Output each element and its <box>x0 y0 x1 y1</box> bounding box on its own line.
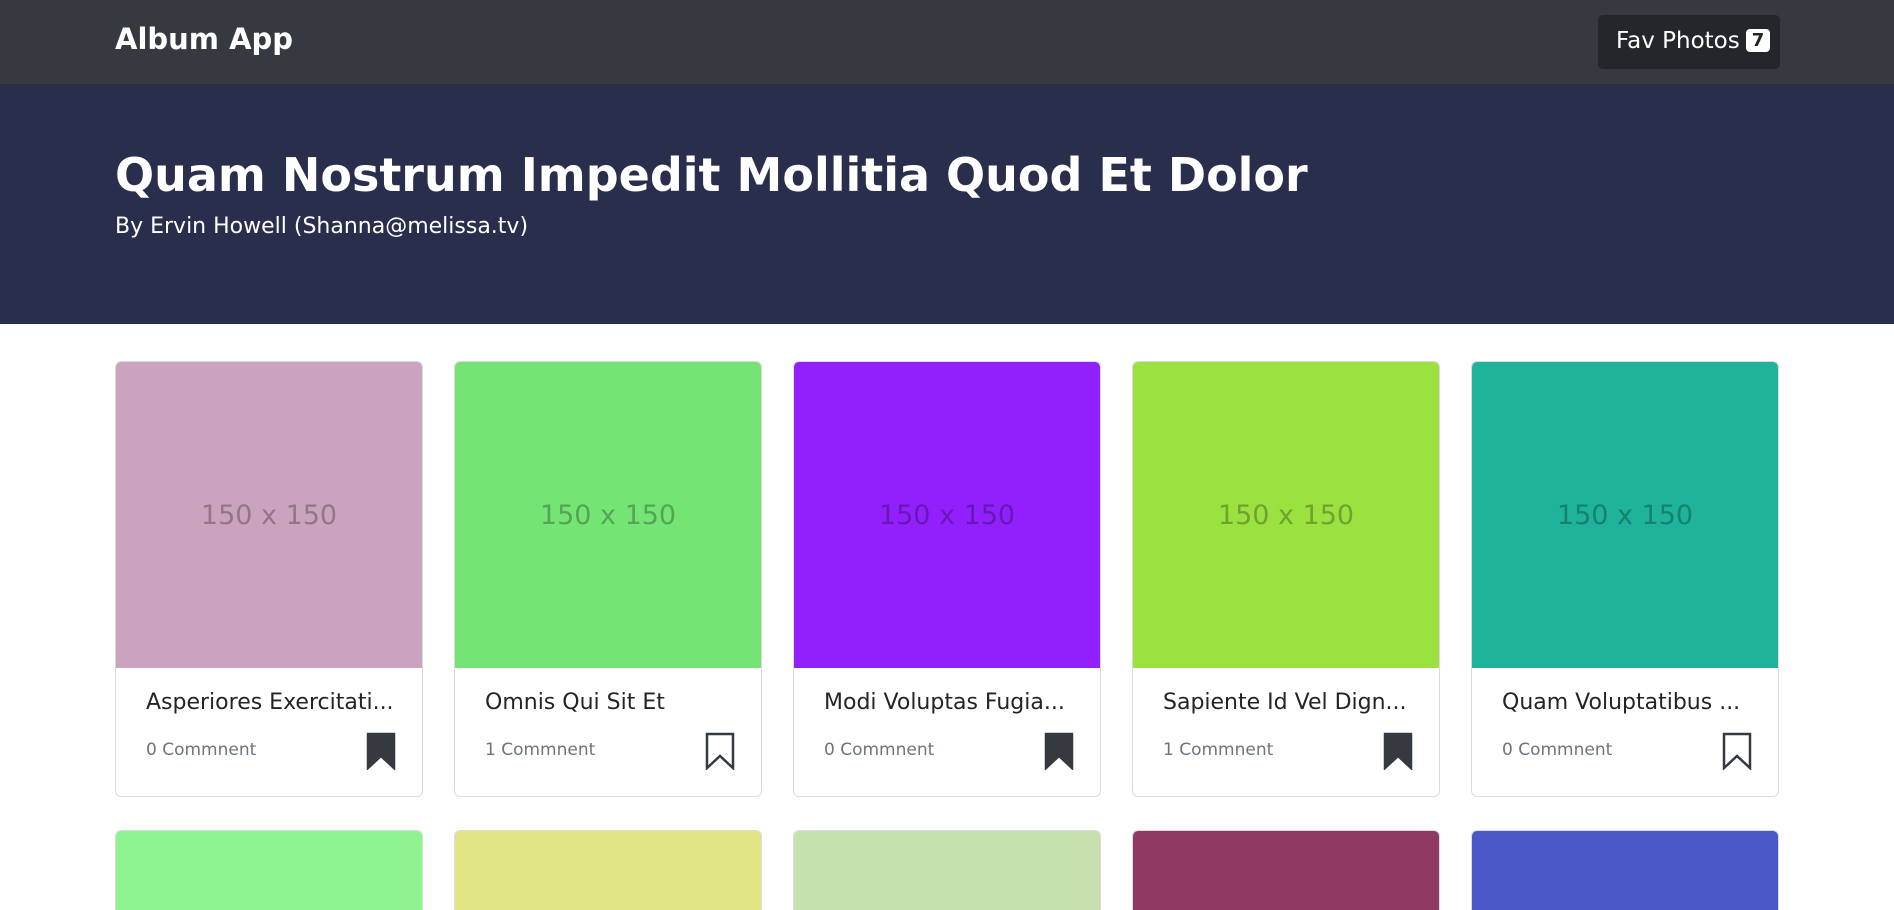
photo-title[interactable]: Sapiente Id Vel Dign... <box>1163 690 1413 715</box>
photo-card[interactable] <box>1132 830 1440 910</box>
photo-thumbnail[interactable] <box>794 831 1100 910</box>
photo-card[interactable] <box>793 830 1101 910</box>
comment-count: 0 Commnent <box>146 740 257 760</box>
photo-card[interactable]: 150 x 150 Modi Voluptas Fugia... 0 Commnen… <box>793 361 1101 797</box>
photo-card[interactable] <box>115 830 423 910</box>
brand-logo[interactable]: Album App <box>115 22 293 56</box>
comment-count: 0 Commnent <box>824 740 935 760</box>
fav-photos-button[interactable]: Fav Photos 7 <box>1598 15 1780 69</box>
photo-thumbnail[interactable]: 150 x 150 <box>794 362 1100 668</box>
comment-count: 1 Commnent <box>1163 740 1274 760</box>
photo-card[interactable]: 150 x 150 Omnis Qui Sit Et 1 Commnent <box>454 361 762 797</box>
photo-thumbnail[interactable]: 150 x 150 <box>455 362 761 668</box>
photo-card[interactable]: 150 x 150 Asperiores Exercitati... 0 Commn… <box>115 361 423 797</box>
comment-count: 0 Commnent <box>1502 740 1613 760</box>
photo-thumbnail[interactable] <box>116 831 422 910</box>
thumbnail-placeholder-text: 150 x 150 <box>539 499 677 531</box>
photo-card[interactable]: 150 x 150 Quam Voluptatibus ... 0 Commnent <box>1471 361 1779 797</box>
album-author: By Ervin Howell (Shanna@melissa.tv) <box>115 214 529 239</box>
thumbnail-placeholder-text: 150 x 150 <box>1556 499 1694 531</box>
photo-thumbnail[interactable] <box>455 831 761 910</box>
comment-count: 1 Commnent <box>485 740 596 760</box>
photo-card[interactable]: 150 x 150 Sapiente Id Vel Dign... 1 Commne… <box>1132 361 1440 797</box>
photo-title[interactable]: Asperiores Exercitati... <box>146 690 396 715</box>
photo-thumbnail[interactable]: 150 x 150 <box>1472 362 1778 668</box>
photo-title[interactable]: Quam Voluptatibus ... <box>1502 690 1752 715</box>
album-header: Quam Nostrum Impedit Mollitia Quod Et Do… <box>0 84 1894 324</box>
photo-title[interactable]: Omnis Qui Sit Et <box>485 690 735 715</box>
bookmark-outline-icon[interactable] <box>1722 732 1752 770</box>
bookmark-filled-icon[interactable] <box>1383 732 1413 770</box>
photo-thumbnail[interactable]: 150 x 150 <box>1133 362 1439 668</box>
bookmark-outline-icon[interactable] <box>705 732 735 770</box>
bookmark-filled-icon[interactable] <box>366 732 396 770</box>
photo-thumbnail[interactable] <box>1133 831 1439 910</box>
thumbnail-placeholder-text: 150 x 150 <box>1217 499 1355 531</box>
photo-card[interactable] <box>454 830 762 910</box>
bookmark-filled-icon[interactable] <box>1044 732 1074 770</box>
thumbnail-placeholder-text: 150 x 150 <box>200 499 338 531</box>
photo-title[interactable]: Modi Voluptas Fugia... <box>824 690 1074 715</box>
thumbnail-placeholder-text: 150 x 150 <box>878 499 1016 531</box>
photo-thumbnail[interactable]: 150 x 150 <box>116 362 422 668</box>
fav-count-badge: 7 <box>1745 29 1771 52</box>
photo-card[interactable] <box>1471 830 1779 910</box>
album-title: Quam Nostrum Impedit Mollitia Quod Et Do… <box>115 148 1308 202</box>
navbar: Album App Fav Photos 7 <box>0 0 1894 84</box>
photo-thumbnail[interactable] <box>1472 831 1778 910</box>
fav-photos-label: Fav Photos <box>1616 28 1740 54</box>
